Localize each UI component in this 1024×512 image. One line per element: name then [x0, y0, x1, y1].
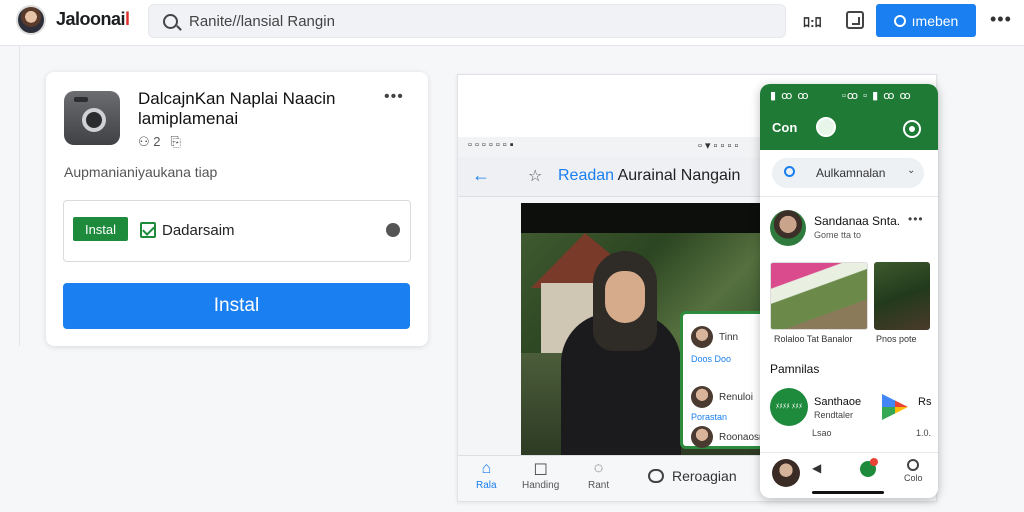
home-icon: ⌂: [481, 460, 492, 477]
phone-status-left: ▮ ꝏ ꝏ: [770, 90, 810, 102]
play-store-icon[interactable]: [882, 394, 908, 420]
nav-home[interactable]: ⌂ Rala: [476, 460, 497, 491]
item-footer-left: Lsao: [812, 428, 832, 438]
overlay-card[interactable]: Tinn Doos Doo Renuloi Porastan Roonaosra: [680, 311, 770, 449]
member-button[interactable]: ımeben: [876, 4, 976, 37]
app-title: DalcajnKan Naplai Naacin lamiplamenai: [138, 89, 336, 128]
nav-rant[interactable]: ◌ Rant: [588, 460, 609, 491]
post-caption-1: Rolaloo Tat Banalor: [774, 334, 853, 344]
messages-label: Reroagian: [672, 468, 737, 484]
app-description: Aupmanianiyaukana tiap: [64, 164, 218, 180]
post-subtitle: Gome tta to: [814, 230, 862, 240]
phone-status-right: ▫ꝏ ▫ ▮ ꝏ ꝏ: [842, 90, 912, 102]
nav-profile[interactable]: Colo: [904, 459, 923, 483]
top-bar: Jaloonail ﾛ:ﾛ ımeben •••: [0, 0, 1024, 46]
camera-app-icon: [64, 91, 120, 145]
nav-home-label: Rala: [476, 480, 497, 491]
item-title[interactable]: Santhaoe: [814, 396, 861, 408]
left-divider: [19, 46, 20, 346]
member-icon: [893, 14, 906, 27]
phone-search[interactable]: Aulkamnalan ⌄: [772, 158, 924, 188]
nav-profile-label: Colo: [904, 473, 923, 483]
green-app-icon[interactable]: ﾒﾒﾒﾒ ﾒﾒﾒ: [770, 388, 808, 426]
option-label: Dadarsaim: [162, 222, 235, 239]
user-avatar[interactable]: [16, 5, 46, 35]
home-indicator: [812, 491, 884, 494]
post-more-icon[interactable]: •••: [908, 212, 924, 226]
share-icon: ⎘: [170, 134, 181, 149]
pin-icon[interactable]: ☆: [528, 166, 542, 186]
page-title: Readan Aurainal Nangain: [558, 167, 740, 185]
external-link-icon[interactable]: [846, 11, 864, 29]
install-card: DalcajnKan Naplai Naacin lamiplamenai ••…: [46, 72, 428, 346]
post-image-1[interactable]: [770, 262, 868, 330]
photo-person-face: [605, 271, 645, 323]
item-subtitle: Rendtaler: [814, 410, 854, 420]
chevron-down-icon: ⌄: [907, 165, 916, 176]
item-footer-right: 1.0.: [916, 428, 932, 438]
phone-divider: [760, 196, 938, 197]
messages-button[interactable]: Reroagian: [648, 468, 737, 484]
search-icon: [784, 166, 795, 177]
status-icons-left: ▫ ▫ ▫ ▫ ▫ ▫ ▪: [468, 139, 514, 151]
member-button-label: ımeben: [911, 12, 959, 29]
overlay-avatar: [691, 426, 713, 448]
install-options: Instal Dadarsaim: [63, 200, 411, 262]
overlay-sub-1: Doos Doo: [691, 354, 732, 364]
message-icon: [648, 469, 664, 483]
post-image-2[interactable]: [874, 262, 930, 330]
overlay-avatar: [691, 386, 713, 408]
section-title: Pamnilas: [770, 362, 820, 376]
face-icon[interactable]: [816, 117, 836, 137]
phone-status-bar: ▮ ꝏ ꝏ ▫ꝏ ▫ ▮ ꝏ ꝏ: [760, 84, 938, 108]
photo-top-band: [521, 203, 771, 233]
more-options-icon[interactable]: •••: [990, 9, 1012, 30]
app-meta: ⚇ 2 ⎘: [138, 134, 181, 150]
overlay-row-2-label: Renuloi: [719, 391, 753, 403]
small-install-button[interactable]: Instal: [73, 217, 128, 241]
notification-badge: [870, 458, 878, 466]
nav-rant-label: Rant: [588, 480, 610, 491]
counter-text[interactable]: ﾛ:ﾛ: [803, 12, 822, 32]
overlay-sub-2: Porastan: [691, 412, 728, 422]
nav-trending[interactable]: ☐ Handing: [522, 460, 559, 491]
info-icon[interactable]: [386, 223, 400, 237]
search-bar[interactable]: [148, 4, 786, 38]
brand-name: Jaloonai: [56, 9, 126, 29]
rating-icon: ⚇ 2: [138, 134, 161, 149]
overlay-row-1: Tinn: [691, 326, 738, 348]
phone-search-text: Aulkamnalan: [816, 166, 886, 180]
search-input[interactable]: [189, 5, 769, 37]
profile-icon: [907, 459, 920, 471]
nav-avatar[interactable]: [772, 459, 800, 487]
item-right-label: Rs: [918, 396, 932, 408]
install-button[interactable]: Instal: [63, 283, 410, 329]
page-title-prefix: Readan: [558, 167, 615, 184]
chat-bubble-icon: ◌: [593, 460, 604, 477]
overlay-avatar: [691, 326, 713, 348]
post-author[interactable]: Sandanaa Snta.: [814, 214, 900, 228]
toggle-icon[interactable]: [903, 120, 921, 138]
back-triangle-icon[interactable]: ◀: [812, 461, 821, 475]
search-icon: [163, 14, 178, 29]
page-title-rest: Aurainal Nangain: [614, 167, 741, 184]
brand-suffix: l: [125, 9, 130, 29]
back-arrow-icon[interactable]: ←: [472, 165, 490, 186]
brand-logo[interactable]: Jaloonail: [56, 9, 130, 30]
nav-trending-label: Handing: [522, 480, 560, 491]
checkbox-icon[interactable]: [140, 222, 156, 238]
post-caption-2: Pnos pote: [876, 334, 917, 344]
phone-mockup: ▮ ꝏ ꝏ ▫ꝏ ▫ ▮ ꝏ ꝏ Con Aulkamnalan ⌄ Sanda…: [760, 84, 938, 498]
overlay-row-1-label: Tinn: [719, 331, 739, 343]
post-avatar[interactable]: [770, 210, 806, 246]
phone-app-bar: Con: [760, 108, 938, 150]
overlay-row-2: Renuloi: [691, 386, 753, 408]
card-more-icon[interactable]: •••: [384, 88, 404, 106]
status-icons-right: ▫ ▾ ▫ ▫ ▫ ▫: [698, 140, 739, 152]
square-icon: ☐: [533, 462, 548, 479]
phone-logo[interactable]: Con: [772, 120, 797, 135]
phone-bottom-nav: ◀ Colo: [760, 452, 938, 498]
overlay-row-3: Roonaosra: [691, 426, 768, 448]
meta-count: 2: [153, 134, 161, 149]
